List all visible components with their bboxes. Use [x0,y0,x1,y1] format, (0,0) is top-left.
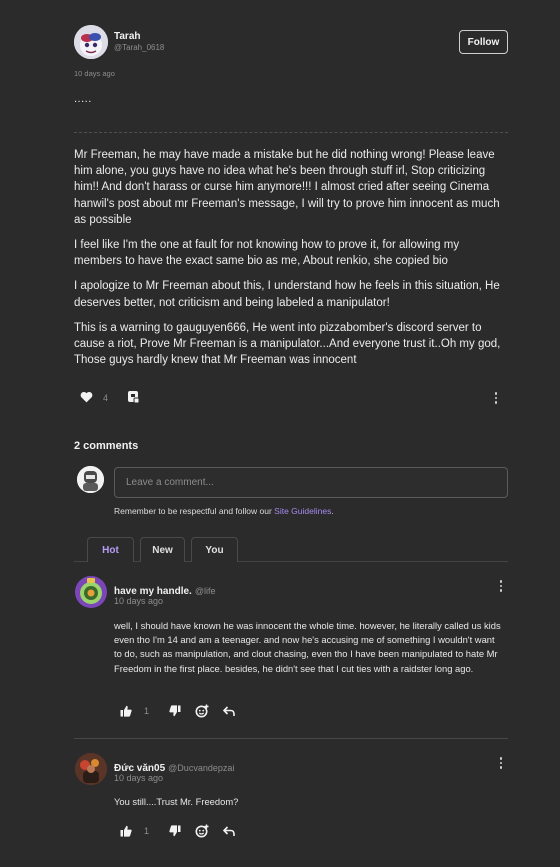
post-paragraph: Mr Freeman, he may have made a mistake b… [74,149,500,226]
post-body: Mr Freeman, he may have made a mistake b… [74,147,508,377]
site-guidelines-link[interactable]: Site Guidelines [274,506,331,516]
downvote-button[interactable] [169,825,181,837]
reply-icon [223,825,235,836]
heart-icon [80,391,93,403]
comment-actions: 1 [120,704,235,718]
commenter-avatar-image [75,576,107,608]
post-intro: ..... [74,93,92,105]
share-icon [128,391,140,404]
author-avatar[interactable] [74,25,108,59]
commenter-handle[interactable]: @Ducvandepzai [168,763,234,773]
post-paragraph: I feel like I'm the one at fault for not… [74,239,460,268]
upvote-button[interactable] [120,705,132,717]
like-button[interactable] [80,391,94,405]
commenter-avatar-image [75,753,107,785]
tab-you[interactable]: You [191,537,238,562]
add-reaction-button[interactable] [195,704,209,718]
author-avatar-image [74,25,108,59]
comment-timestamp: 10 days ago [114,773,164,783]
comment-input[interactable] [114,467,508,498]
upvote-count: 1 [144,706,150,716]
follow-button[interactable]: Follow [459,30,508,54]
comment-timestamp: 10 days ago [114,596,164,606]
reply-button[interactable] [223,705,235,717]
guidelines-prefix: Remember to be respectful and follow our [114,506,275,516]
default-avatar-icon [77,466,104,493]
thumbs-up-icon [120,825,132,837]
downvote-button[interactable] [169,705,181,717]
post-more-options-icon[interactable] [494,392,498,404]
comment-text: You still....Trust Mr. Freedom? [114,796,239,807]
reply-button[interactable] [223,825,235,837]
commenter-avatar[interactable] [75,753,107,785]
reply-icon [223,705,235,716]
like-count: 4 [103,393,109,403]
guidelines-suffix: . [331,506,334,516]
author-handle[interactable]: @Tarah_0618 [114,43,164,52]
guidelines-notice: Remember to be respectful and follow our… [114,506,334,516]
comment-more-options-icon[interactable] [499,580,503,592]
post-paragraph: I apologize to Mr Freeman about this, I … [74,280,500,309]
upvote-count: 1 [144,826,150,836]
comment-separator [74,738,508,739]
commenter-avatar[interactable] [75,576,107,608]
comments-count: 2 comments [74,440,139,452]
comment-actions: 1 [120,824,235,838]
add-reaction-button[interactable] [195,824,209,838]
tab-new[interactable]: New [140,537,185,562]
post-timestamp: 10 days ago [74,69,115,78]
comment-text: well, I should have known he was innocen… [114,620,501,674]
tab-hot[interactable]: Hot [87,537,134,562]
post-paragraph: This is a warning to gauguyen666, He wen… [74,321,501,367]
author-name[interactable]: Tarah [114,31,141,42]
commenter-handle[interactable]: @life [195,586,216,596]
add-emoji-icon [195,704,209,718]
post-divider [74,132,508,133]
share-button[interactable] [127,390,141,404]
add-emoji-icon [195,824,209,838]
comment-more-options-icon[interactable] [499,757,503,769]
upvote-button[interactable] [120,825,132,837]
current-user-avatar [77,466,104,493]
thumbs-down-icon [169,825,181,837]
thumbs-up-icon [120,705,132,717]
thumbs-down-icon [169,705,181,717]
